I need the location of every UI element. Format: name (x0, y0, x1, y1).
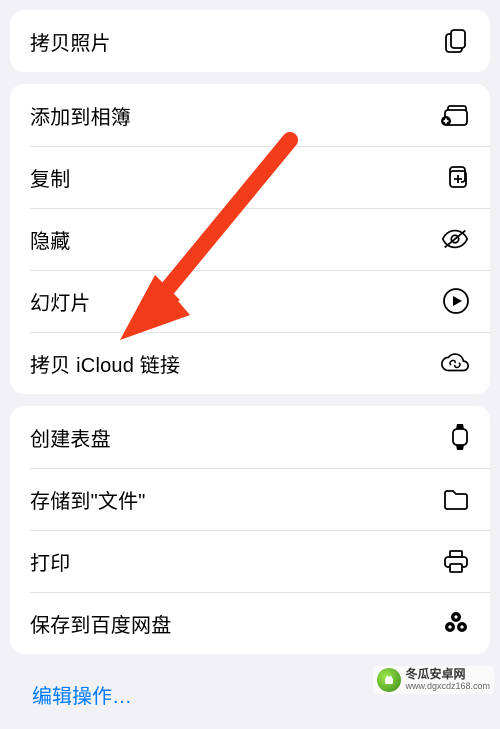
action-create-watch-face[interactable]: 创建表盘 (10, 406, 490, 468)
action-label: 创建表盘 (30, 423, 111, 452)
action-label: 打印 (30, 547, 70, 576)
action-label: 复制 (30, 163, 70, 192)
action-label: 存储到"文件" (30, 485, 146, 514)
action-slideshow[interactable]: 幻灯片 (10, 270, 490, 332)
baidu-netdisk-icon (440, 608, 470, 638)
action-group: 创建表盘 存储到"文件" 打印 (10, 406, 490, 654)
copy-photo-icon (440, 26, 470, 56)
action-add-to-album[interactable]: 添加到相簿 (10, 84, 490, 146)
action-label: 幻灯片 (30, 287, 91, 316)
action-duplicate[interactable]: 复制 (10, 146, 490, 208)
watermark-logo-icon (377, 668, 401, 692)
print-icon (440, 546, 470, 576)
action-hide[interactable]: 隐藏 (10, 208, 490, 270)
action-label: 保存到百度网盘 (30, 609, 171, 638)
watermark-url: www.dgxcdz168.com (405, 682, 490, 692)
action-group: 拷贝照片 (10, 10, 490, 72)
watermark: 冬瓜安卓网 www.dgxcdz168.com (373, 666, 494, 694)
action-save-to-baidu[interactable]: 保存到百度网盘 (10, 592, 490, 654)
share-sheet: 拷贝照片 添加到相簿 复制 (0, 0, 500, 729)
action-group: 添加到相簿 复制 隐藏 (10, 84, 490, 394)
edit-actions-label: 编辑操作… (32, 686, 132, 708)
hide-icon (440, 224, 470, 254)
action-copy-photo[interactable]: 拷贝照片 (10, 10, 490, 72)
action-label: 隐藏 (30, 225, 70, 254)
icloud-link-icon (440, 348, 470, 378)
watch-face-icon (440, 422, 470, 452)
action-label: 拷贝 iCloud 链接 (30, 349, 180, 378)
action-print[interactable]: 打印 (10, 530, 490, 592)
duplicate-icon (440, 162, 470, 192)
slideshow-play-icon (440, 286, 470, 316)
save-to-files-icon (440, 484, 470, 514)
action-label: 拷贝照片 (30, 27, 111, 56)
action-copy-icloud-link[interactable]: 拷贝 iCloud 链接 (10, 332, 490, 394)
action-label: 添加到相簿 (30, 101, 131, 130)
add-to-album-icon (440, 100, 470, 130)
watermark-name: 冬瓜安卓网 (405, 668, 490, 681)
action-save-to-files[interactable]: 存储到"文件" (10, 468, 490, 530)
